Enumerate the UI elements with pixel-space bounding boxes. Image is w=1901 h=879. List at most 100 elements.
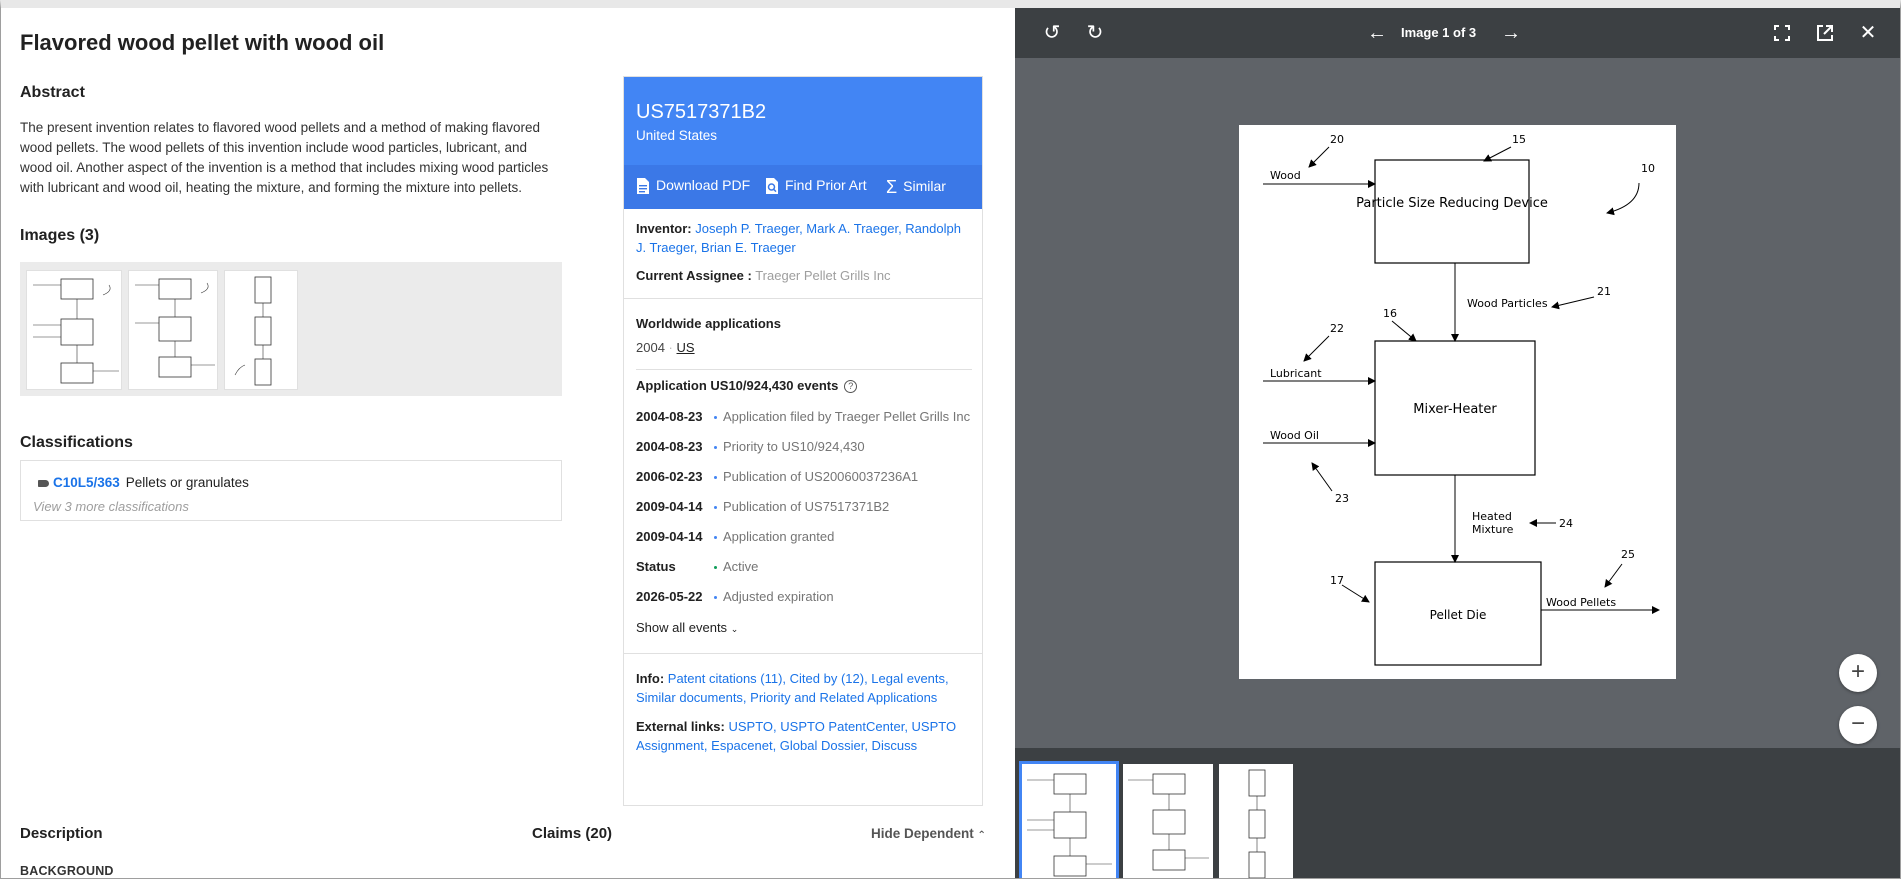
svg-text:22: 22 <box>1330 322 1344 335</box>
document-pane: Flavored wood pellet with wood oil Abstr… <box>1 8 1011 878</box>
hide-dependent-button[interactable]: Hide Dependent ⌃ <box>871 826 986 841</box>
inventor-row: Inventor: Joseph P. Traeger, Mark A. Tra… <box>636 219 972 257</box>
open-new-icon[interactable] <box>1812 20 1838 46</box>
arrow-left-icon[interactable]: ← <box>1364 20 1390 46</box>
viewer-toolbar: ↺ ↻ ← Image 1 of 3 → ✕ <box>1015 8 1900 58</box>
image-thumbnail-1[interactable] <box>26 270 122 390</box>
image-counter: Image 1 of 3 <box>1401 25 1477 40</box>
divider <box>624 298 982 299</box>
download-pdf-button[interactable]: Download PDF <box>636 177 750 195</box>
divider <box>636 369 972 370</box>
events-heading-row: Application US10/924,430 events? <box>636 376 972 395</box>
event-row: 2004-08-23 Priority to US10/924,430 <box>636 439 865 454</box>
tag-icon <box>38 479 49 487</box>
download-pdf-label: Download PDF <box>656 177 751 193</box>
page-title: Flavored wood pellet with wood oil <box>20 30 385 55</box>
label: Wood Pellets <box>1546 596 1616 609</box>
svg-text:21: 21 <box>1597 285 1611 298</box>
similar-button[interactable]: Σ Similar <box>886 177 946 198</box>
abstract-text: The present invention relates to flavore… <box>20 120 549 195</box>
classification-row: C10L5/363 Pellets or granulates <box>38 475 249 490</box>
event-row: 2009-04-14 Application granted <box>636 529 835 544</box>
find-prior-art-button[interactable]: Find Prior Art <box>765 177 867 195</box>
chevron-up-icon: ⌃ <box>977 830 986 841</box>
svg-text:10: 10 <box>1641 162 1655 175</box>
svg-text:23: 23 <box>1335 492 1349 505</box>
worldwide-country-link[interactable]: US <box>677 340 695 355</box>
status-row: Status Active <box>636 559 759 574</box>
assignee-value: Traeger Pellet Grills Inc <box>755 268 891 283</box>
assignee-row: Current Assignee : Traeger Pellet Grills… <box>636 266 972 285</box>
description-heading: Description <box>20 825 103 842</box>
claims-heading: Claims (20) <box>532 825 613 842</box>
svg-text:16: 16 <box>1383 307 1397 320</box>
external-links-row: External links: USPTO, USPTO PatentCente… <box>636 719 957 753</box>
classification-code-link[interactable]: C10L5/363 <box>53 475 120 490</box>
publication-country: United States <box>636 128 718 143</box>
box-label: Pellet Die <box>1430 608 1487 622</box>
box-label: Particle Size Reducing Device <box>1356 196 1548 211</box>
figure-canvas: Particle Size Reducing Device Mixer-Heat… <box>1239 125 1676 679</box>
similar-label: Similar <box>903 178 946 195</box>
events-heading: Application US10/924,430 events <box>636 378 839 393</box>
worldwide-label: Worldwide applications <box>636 316 781 331</box>
rotate-right-icon[interactable]: ↻ <box>1082 20 1108 46</box>
background-heading: BACKGROUND <box>20 864 114 878</box>
card-header: US7517371B2 United States <box>624 77 982 165</box>
label: Wood Oil <box>1270 429 1319 442</box>
zoom-out-icon[interactable]: − <box>1839 706 1877 744</box>
zoom-in-icon[interactable]: + <box>1839 654 1877 692</box>
worldwide-row: 2004 · US <box>636 340 695 355</box>
search-document-icon <box>766 178 778 195</box>
image-thumbnails <box>20 262 562 396</box>
box-label: Mixer-Heater <box>1413 402 1497 417</box>
rotate-left-icon[interactable]: ↺ <box>1039 20 1065 46</box>
image-viewer: ↺ ↻ ← Image 1 of 3 → ✕ Particle Size Red… <box>1015 8 1900 878</box>
chevron-down-icon: ⌄ <box>730 624 739 634</box>
filmstrip <box>1015 748 1900 878</box>
close-icon[interactable]: ✕ <box>1855 20 1881 46</box>
label: Wood <box>1270 169 1301 182</box>
svg-text:17: 17 <box>1330 574 1344 587</box>
patent-info-card: US7517371B2 United States Download PDF F… <box>623 76 983 806</box>
event-row: 2006-02-23 Publication of US20060037236A1 <box>636 469 919 484</box>
fullscreen-icon[interactable] <box>1769 20 1795 46</box>
filmstrip-thumb-1[interactable] <box>1019 761 1119 878</box>
svg-text:20: 20 <box>1330 133 1344 146</box>
view-more-classifications-link[interactable]: View 3 more classifications <box>33 499 189 514</box>
label: Lubricant <box>1270 367 1322 380</box>
info-row: Info: Patent citations (11), Cited by (1… <box>636 671 949 705</box>
hide-dependent-label: Hide Dependent <box>871 826 974 841</box>
find-prior-art-label: Find Prior Art <box>785 177 867 193</box>
publication-number: US7517371B2 <box>636 101 767 123</box>
event-row: 2026-05-22 Adjusted expiration <box>636 589 834 604</box>
event-row: 2009-04-14 Publication of US7517371B2 <box>636 499 890 514</box>
abstract-heading: Abstract <box>20 84 85 101</box>
info-links[interactable]: Patent citations (11), Cited by (12), Le… <box>636 671 949 705</box>
sigma-icon: Σ <box>886 177 898 197</box>
images-heading: Images (3) <box>20 227 100 244</box>
arrow-right-icon[interactable]: → <box>1498 20 1524 46</box>
image-thumbnail-3[interactable] <box>224 270 298 390</box>
card-actions: Download PDF Find Prior Art Σ Similar <box>624 165 982 209</box>
app-frame: Flavored wood pellet with wood oil Abstr… <box>0 0 1901 879</box>
svg-text:25: 25 <box>1621 548 1635 561</box>
inventor-label: Inventor: <box>636 221 692 236</box>
svg-text:24: 24 <box>1559 517 1573 530</box>
show-all-events-button[interactable]: Show all events ⌄ <box>636 618 972 639</box>
classification-label: Pellets or granulates <box>125 475 249 490</box>
image-thumbnail-2[interactable] <box>128 270 218 390</box>
label: Mixture <box>1472 523 1514 536</box>
svg-text:15: 15 <box>1512 133 1526 146</box>
divider <box>624 653 982 654</box>
filmstrip-thumb-3[interactable] <box>1219 764 1293 878</box>
classifications-box: C10L5/363 Pellets or granulates View 3 mo… <box>20 460 562 521</box>
event-row: 2004-08-23 Application filed by Traeger P… <box>636 409 971 424</box>
label: Heated <box>1472 510 1512 523</box>
label: Wood Particles <box>1467 297 1548 310</box>
filmstrip-thumb-2[interactable] <box>1123 764 1213 878</box>
document-icon <box>637 178 649 195</box>
help-icon[interactable]: ? <box>844 380 858 394</box>
worldwide-year: 2004 <box>636 340 665 355</box>
classifications-heading: Classifications <box>20 434 133 451</box>
